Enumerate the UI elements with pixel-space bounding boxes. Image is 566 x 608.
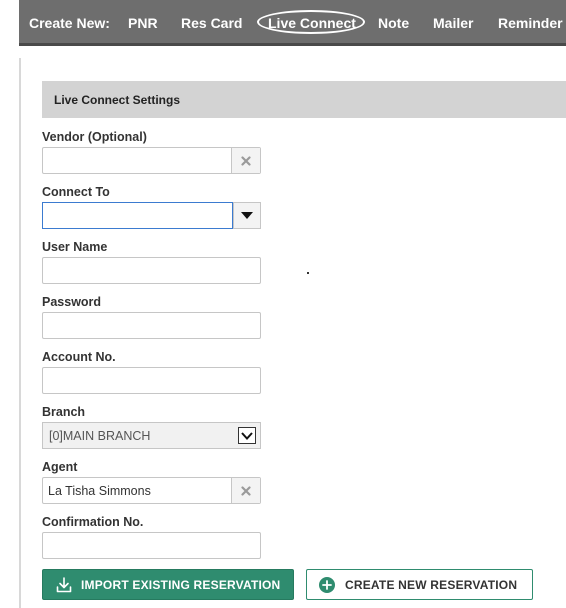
create-new-label: Create New:: [29, 15, 110, 31]
branch-label: Branch: [42, 405, 86, 419]
import-button-label: IMPORT EXISTING RESERVATION: [81, 578, 281, 592]
nav-item-res-card[interactable]: Res Card: [181, 15, 242, 32]
create-button-label: CREATE NEW RESERVATION: [345, 578, 518, 592]
password-label: Password: [42, 295, 102, 309]
connect-to-input[interactable]: [42, 202, 233, 229]
nav-item-note[interactable]: Note: [378, 15, 409, 32]
content-left-border: [19, 58, 21, 608]
x-icon: [241, 485, 251, 496]
nav-item-pnr[interactable]: PNR: [128, 15, 158, 32]
password-input[interactable]: [42, 312, 261, 339]
nav-item-reminder[interactable]: Reminder: [498, 15, 563, 32]
agent-field: [42, 477, 261, 504]
branch-select[interactable]: [0]MAIN BRANCH: [42, 422, 261, 449]
connect-to-label: Connect To: [42, 185, 110, 199]
plus-circle-icon: [319, 577, 335, 593]
connect-to-dropdown: [42, 202, 261, 229]
chevron-down-icon: [241, 431, 253, 440]
import-existing-reservation-button[interactable]: IMPORT EXISTING RESERVATION: [42, 569, 294, 600]
vendor-label: Vendor (Optional): [42, 130, 147, 144]
account-no-input[interactable]: [42, 367, 261, 394]
vendor-input[interactable]: [43, 148, 233, 173]
section-header: Live Connect Settings: [42, 81, 566, 118]
confirmation-no-label: Confirmation No.: [42, 515, 144, 529]
branch-select-toggle[interactable]: [238, 427, 256, 444]
connect-to-toggle[interactable]: [233, 202, 261, 229]
user-name-input[interactable]: [42, 257, 261, 284]
nav-item-mailer[interactable]: Mailer: [433, 15, 473, 32]
create-new-reservation-button[interactable]: CREATE NEW RESERVATION: [306, 569, 533, 600]
nav-item-live-connect[interactable]: Live Connect: [257, 10, 365, 34]
x-icon: [241, 155, 251, 166]
vendor-clear-button[interactable]: [231, 148, 260, 173]
top-nav-bar: Create New: PNR Res Card Live Connect No…: [19, 0, 566, 46]
vendor-field: [42, 147, 261, 174]
user-name-label: User Name: [42, 240, 108, 254]
caret-down-icon: [241, 211, 253, 219]
account-no-label: Account No.: [42, 350, 116, 364]
branch-selected-value: [0]MAIN BRANCH: [49, 429, 151, 443]
agent-label: Agent: [42, 460, 78, 474]
agent-input[interactable]: [43, 478, 233, 503]
agent-clear-button[interactable]: [231, 478, 260, 503]
stray-dot: [307, 272, 309, 274]
confirmation-no-input[interactable]: [42, 532, 261, 559]
section-title: Live Connect Settings: [54, 93, 181, 107]
download-icon: [56, 577, 72, 593]
